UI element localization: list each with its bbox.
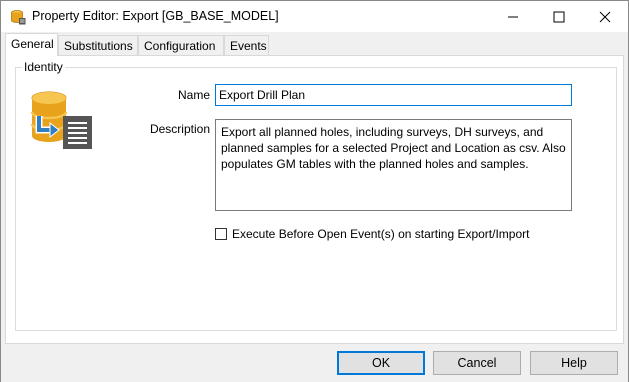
maximize-button[interactable] (536, 1, 582, 32)
property-editor-window: Property Editor: Export [GB_BASE_MODEL] … (0, 0, 629, 382)
close-icon (599, 11, 611, 23)
tab-configuration[interactable]: Configuration (138, 35, 224, 56)
database-export-icon (29, 86, 99, 156)
name-label: Name (177, 88, 210, 102)
execute-before-open-checkbox[interactable] (215, 228, 227, 240)
execute-before-open-label[interactable]: Execute Before Open Event(s) on starting… (232, 227, 529, 241)
close-button[interactable] (582, 1, 628, 32)
tab-general[interactable]: General (5, 33, 58, 56)
identity-group-label: Identity (22, 60, 65, 74)
minimize-icon (508, 16, 518, 18)
cancel-button[interactable]: Cancel (433, 351, 521, 375)
identity-group: Identity Name Export Drill Plan Descript… (15, 60, 617, 331)
name-input[interactable]: Export Drill Plan (215, 84, 572, 106)
title-bar: Property Editor: Export [GB_BASE_MODEL] (1, 1, 628, 32)
minimize-button[interactable] (490, 1, 536, 32)
database-icon (10, 9, 26, 25)
tab-strip: General Substitutions Configuration Even… (1, 32, 628, 56)
description-textarea[interactable]: Export all planned holes, including surv… (215, 119, 572, 211)
help-button[interactable]: Help (530, 351, 618, 375)
tab-events[interactable]: Events (224, 35, 269, 56)
button-bar: OK Cancel Help (1, 344, 628, 382)
maximize-icon (553, 11, 565, 23)
ok-button[interactable]: OK (337, 351, 425, 375)
tab-substitutions[interactable]: Substitutions (58, 35, 138, 56)
description-label: Description (149, 122, 210, 136)
general-panel: Identity Name Export Drill Plan Descript… (5, 55, 624, 344)
window-title: Property Editor: Export [GB_BASE_MODEL] (32, 9, 279, 23)
